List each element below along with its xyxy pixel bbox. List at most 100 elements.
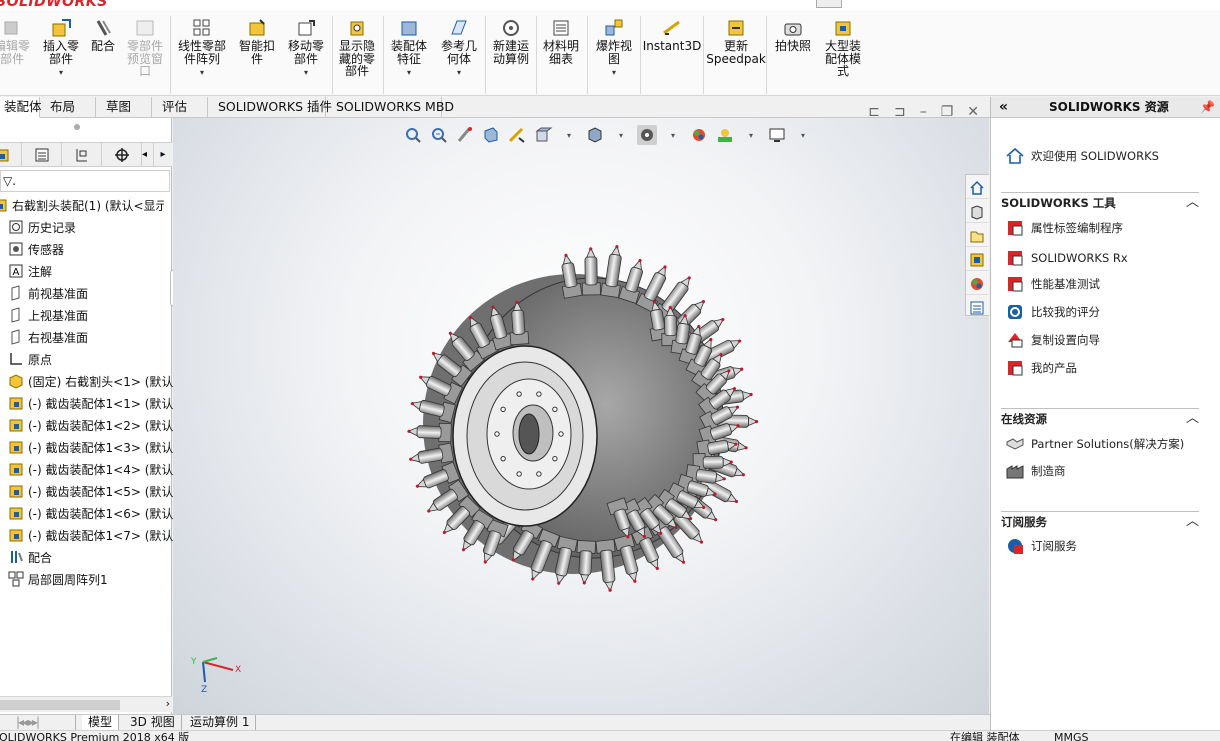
tree-item[interactable]: 前视基准面 — [8, 282, 180, 304]
section-online-resources[interactable]: 在线资源 ︿ — [1001, 408, 1199, 426]
view-palette-icon[interactable] — [966, 249, 988, 271]
chevron-down-icon[interactable]: ▾ — [457, 67, 461, 80]
tab-nav-arrows[interactable]: |◂◂ ▸▸| — [10, 715, 76, 731]
tab-layout[interactable]: 布局 — [40, 97, 96, 118]
tree-item[interactable]: (-) 截齿装配体1<6> (默认 — [8, 502, 180, 524]
file-explorer-icon[interactable] — [966, 225, 988, 247]
manufacturers-link[interactable]: 制造商 — [1005, 460, 1066, 482]
edit-component-button[interactable]: 编辑零 部件 — [0, 18, 32, 96]
compare-score-link[interactable]: 比较我的评分 — [1005, 301, 1100, 323]
insert-components-button[interactable]: 插入零 部件 ▾ — [38, 18, 84, 96]
tree-item[interactable]: 配合 — [8, 546, 180, 568]
configuration-icon — [76, 148, 87, 161]
smart-fasteners-button[interactable]: 智能扣 件 — [234, 18, 280, 96]
section-solidworks-tools[interactable]: SOLIDWORKS 工具 ︿ — [1001, 192, 1199, 210]
solidworks-rx-link[interactable]: SOLIDWORKS Rx — [1005, 247, 1128, 269]
performance-benchmark-link[interactable]: 性能基准测试 — [1005, 273, 1100, 295]
featuremanager-tab[interactable] — [0, 143, 22, 166]
move-component-button[interactable]: 移动零 部件 ▾ — [284, 18, 328, 96]
chevron-up-icon[interactable]: ︿ — [1186, 512, 1199, 532]
reference-geometry-button[interactable]: 参考几 何体 ▾ — [436, 18, 482, 96]
instant3d-button[interactable]: Instant3D — [643, 18, 701, 96]
solidworks-resources-pane: « SOLIDWORKS 资源 📌 欢迎使用 SOLIDWORKS SOLIDW… — [990, 97, 1220, 730]
tab-solidworks-mbd[interactable]: SOLIDWORKS MBD — [326, 97, 454, 118]
exploded-view-button[interactable]: 爆炸视 图 ▾ — [590, 18, 638, 96]
chevron-down-icon[interactable]: ▾ — [407, 67, 411, 80]
tab-solidworks-addins[interactable]: SOLIDWORKS 插件 — [208, 97, 332, 118]
section-subscription-services[interactable]: 订阅服务 ︿ — [1001, 511, 1199, 529]
chevron-down-icon[interactable]: ▾ — [59, 67, 63, 80]
chevron-up-icon[interactable]: ︿ — [1186, 193, 1199, 213]
tabs-scroll-left[interactable]: ◂ — [136, 143, 154, 166]
window-menu-icon[interactable] — [816, 0, 842, 8]
status-units[interactable]: MMGS — [1054, 731, 1089, 741]
bom-button[interactable]: 材料明 细表 — [538, 18, 584, 96]
my-products-icon — [1008, 361, 1023, 376]
tree-item[interactable]: 右视基准面 — [8, 326, 180, 348]
component-preview-button[interactable]: 零部件 预览窗 口 — [122, 18, 168, 96]
tree-item[interactable]: 历史记录 — [8, 216, 180, 238]
propertymanager-tab[interactable] — [22, 143, 62, 166]
tree-item[interactable]: (-) 截齿装配体1<1> (默认 — [8, 392, 180, 414]
tab-sketch[interactable]: 草图 — [96, 97, 152, 118]
tree-item[interactable]: (-) 截齿装配体1<3> (默认 — [8, 436, 180, 458]
tab-motion-study[interactable]: 运动算例 1 — [184, 715, 257, 731]
tree-item[interactable]: (-) 截齿装配体1<7> (默认 — [8, 524, 180, 546]
mates-folder-icon — [11, 551, 23, 563]
partner-solutions-link[interactable]: Partner Solutions(解决方案) — [1005, 433, 1184, 455]
linear-pattern-button[interactable]: 线性零部 件阵列 ▾ — [174, 18, 230, 96]
tree-filter[interactable]: ▽. — [0, 170, 170, 192]
graphics-area[interactable]: ⊏ ⊐ – ❐ ✕ ▾ ▾ ▾ ▾ ▾ X Y Z — [173, 104, 989, 714]
my-products-link[interactable]: 我的产品 — [1005, 357, 1077, 379]
pin-icon[interactable]: 📌 — [1200, 97, 1215, 117]
tree-root[interactable]: 右截割头装配(1) (默认<显示状 — [0, 194, 164, 216]
flange-bolt — [494, 431, 500, 437]
property-tab-builder-link[interactable]: 属性标签编制程序 — [1005, 217, 1123, 239]
subassembly-icon — [9, 463, 23, 476]
scroll-right-arrow[interactable]: › — [166, 697, 170, 710]
cutting-head-model[interactable] — [173, 118, 989, 714]
assembly-tree-icon — [0, 149, 8, 161]
tree-item[interactable]: A 注解 — [8, 260, 180, 282]
new-motion-study-button[interactable]: 新建运 动算例 — [488, 18, 534, 96]
assembly-features-button[interactable]: 装配体 特征 ▾ — [386, 18, 432, 96]
tree-item[interactable]: (-) 截齿装配体1<4> (默认 — [8, 458, 180, 480]
chevron-down-icon[interactable]: ▾ — [612, 67, 616, 80]
chevron-down-icon[interactable]: ▾ — [304, 67, 308, 80]
tree-item[interactable]: 传感器 — [8, 238, 180, 260]
collapse-pane-icon[interactable]: « — [999, 97, 1008, 117]
appearances-icon[interactable] — [966, 273, 988, 295]
custom-properties-icon[interactable] — [966, 297, 988, 319]
chevron-up-icon[interactable]: ︿ — [1186, 409, 1199, 429]
tree-item[interactable]: 局部圆周阵列1 — [8, 568, 180, 590]
assembly-icon — [0, 199, 7, 212]
copy-settings-wizard-link[interactable]: 复制设置向导 — [1005, 329, 1100, 351]
scroll-thumb[interactable] — [0, 700, 120, 710]
tab-assembly[interactable]: 装配体 — [0, 97, 42, 118]
tab-3d-views[interactable]: 3D 视图 — [124, 715, 182, 731]
tree-item[interactable]: 上视基准面 — [8, 304, 180, 326]
chevron-down-icon[interactable]: ▾ — [200, 67, 204, 80]
panel-grip[interactable] — [74, 124, 80, 130]
design-library-icon[interactable] — [966, 201, 988, 223]
tabs-scroll-right[interactable]: ▸ — [154, 143, 172, 166]
subscription-services-link[interactable]: 订阅服务 — [1005, 535, 1077, 557]
configurationmanager-tab[interactable] — [62, 143, 102, 166]
update-speedpak-button[interactable]: 更新 Speedpak — [706, 18, 766, 96]
tree-item[interactable]: (-) 截齿装配体1<2> (默认 — [8, 414, 180, 436]
tab-model[interactable]: 模型 — [82, 715, 120, 731]
tree-item[interactable]: (固定) 右截割头<1> (默认 — [8, 370, 180, 392]
snapshot-button[interactable]: 拍快照 — [770, 18, 816, 96]
home-icon[interactable] — [966, 177, 988, 199]
large-assembly-mode-button[interactable]: 大型装 配体模 式 — [818, 18, 868, 96]
solidworks-window: SOLIDWORKS 编辑零 部件 插入零 部件 ▾ 配合 零部件 预览窗 口 … — [0, 0, 1220, 741]
smart-fasteners-icon — [249, 19, 265, 36]
horizontal-scrollbar[interactable]: › — [0, 696, 172, 712]
tree-item[interactable]: (-) 截齿装配体1<5> (默认 — [8, 480, 180, 502]
welcome-link[interactable]: 欢迎使用 SOLIDWORKS — [1005, 145, 1159, 167]
tree-item[interactable]: 原点 — [8, 348, 180, 370]
show-hidden-components-button[interactable]: 显示隐 藏的零 部件 — [334, 18, 380, 96]
mate-button[interactable]: 配合 — [86, 18, 120, 96]
tab-evaluate[interactable]: 评估 — [152, 97, 208, 118]
manager-tabs: ◂ ▸ — [0, 142, 172, 167]
